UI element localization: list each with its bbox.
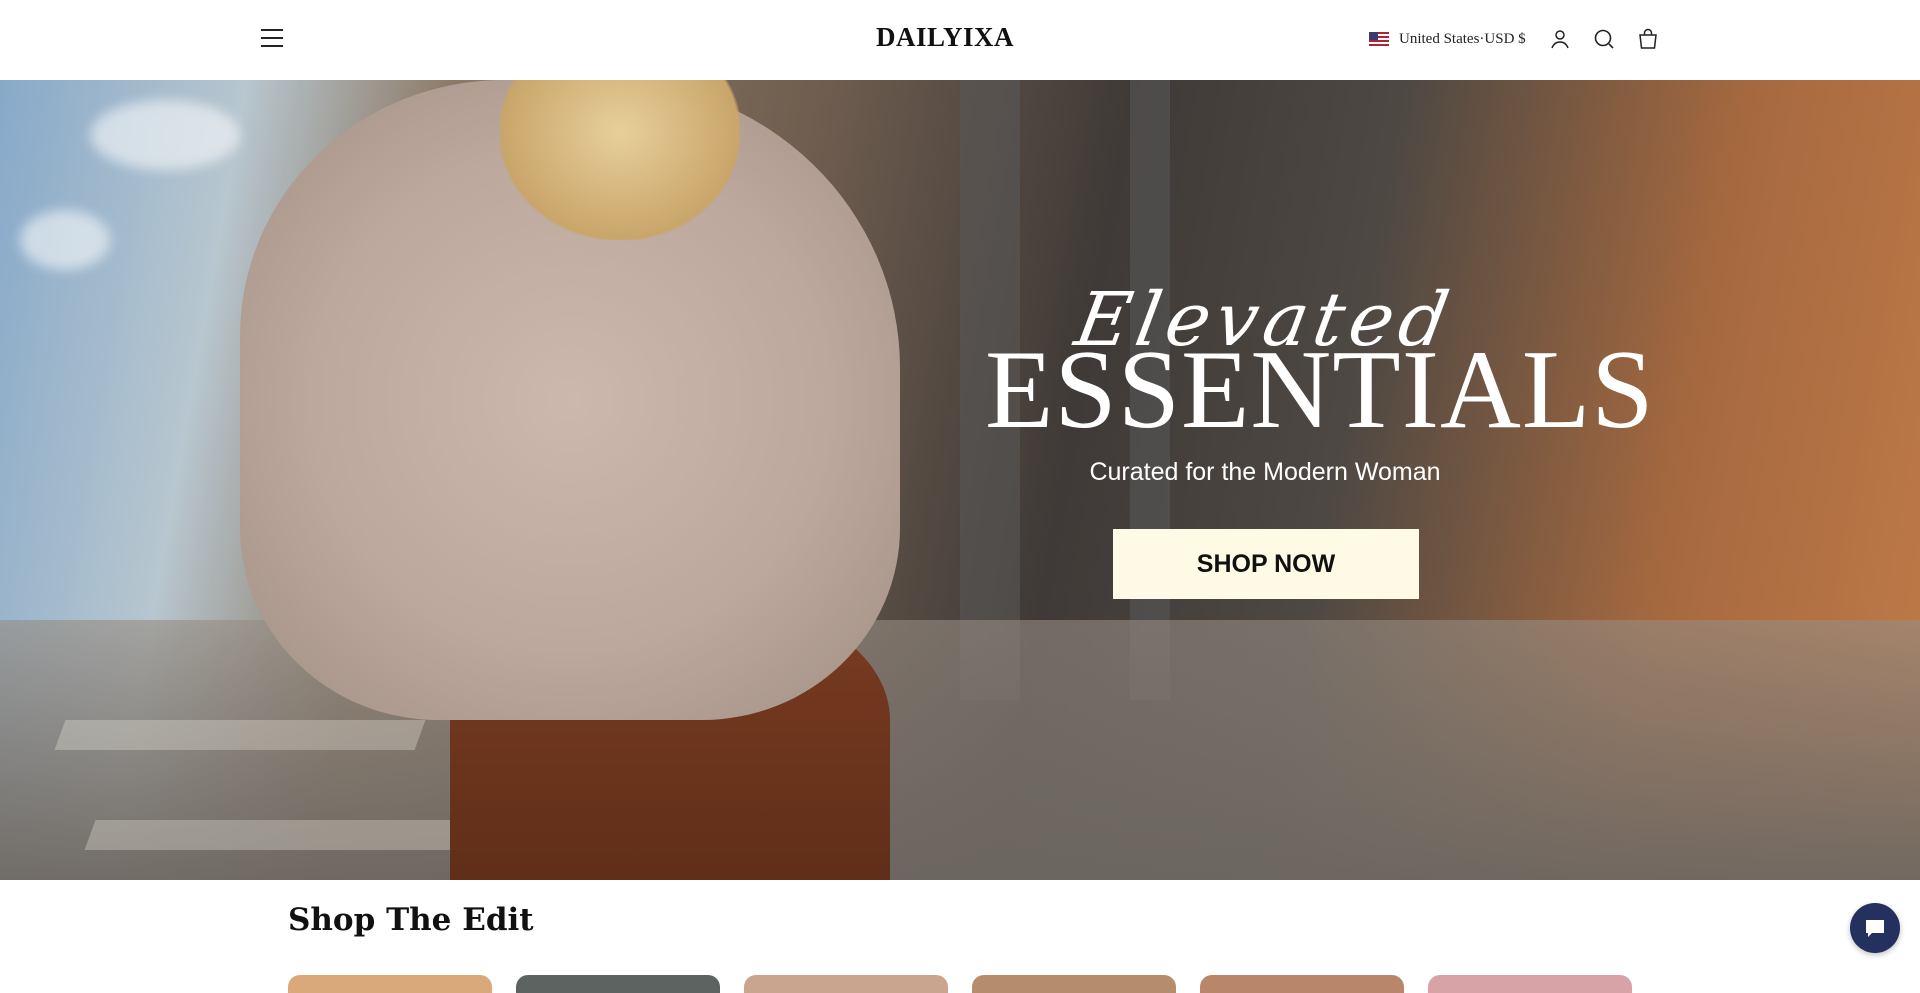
hero-heading: Elevated ESSENTIALS Curated for the Mode…: [985, 277, 1654, 487]
hero-script-text: Elevated: [1069, 277, 1461, 363]
section-title: Shop The Edit: [288, 902, 534, 938]
search-icon[interactable]: [1592, 27, 1616, 51]
site-logo[interactable]: DAILYIXA: [840, 22, 1050, 53]
product-card-row: [288, 975, 1632, 993]
hero-banner[interactable]: Elevated ESSENTIALS Curated for the Mode…: [0, 80, 1920, 880]
hero-subtitle: Curated for the Modern Woman: [1089, 458, 1441, 486]
menu-icon[interactable]: [258, 24, 286, 52]
locale-selector[interactable]: United States·USD $: [1369, 28, 1526, 50]
account-icon[interactable]: [1548, 27, 1572, 51]
cart-icon[interactable]: [1636, 27, 1660, 51]
collection-card[interactable]: [1200, 975, 1404, 993]
shop-now-button[interactable]: SHOP NOW: [1113, 529, 1419, 599]
locale-label: United States·USD $: [1399, 30, 1526, 47]
collection-card[interactable]: [972, 975, 1176, 993]
chat-icon[interactable]: [1850, 903, 1900, 953]
collection-card[interactable]: [516, 975, 720, 993]
flag-us-icon: [1369, 32, 1389, 46]
collection-card[interactable]: [744, 975, 948, 993]
site-header: DAILYIXA United States·USD $: [0, 0, 1920, 80]
collection-card[interactable]: [288, 975, 492, 993]
collection-card[interactable]: [1428, 975, 1632, 993]
